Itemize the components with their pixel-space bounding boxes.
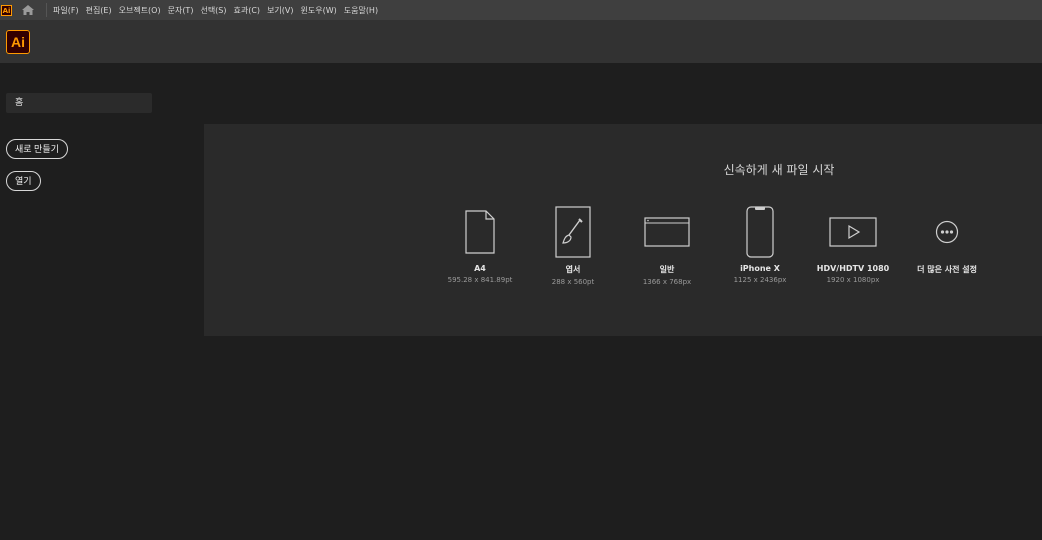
document-icon [465,206,495,258]
preset-name: iPhone X [740,264,780,273]
quick-start-title: 신속하게 새 파일 시작 [723,163,835,177]
quick-start-panel: 신속하게 새 파일 시작 A4 595.28 x 841.89pt 엽서 288… [204,124,1042,336]
preset-a4[interactable]: A4 595.28 x 841.89pt [430,206,530,284]
menu-type[interactable]: 문자(T) [168,5,194,16]
menu-window[interactable]: 윈도우(W) [301,5,337,16]
more-icon [935,206,959,258]
video-icon [829,206,877,258]
preset-size: 1125 x 2436px [733,276,787,284]
preset-name: HDV/HDTV 1080 [816,264,890,273]
preset-iphone-x[interactable]: iPhone X 1125 x 2436px [710,206,810,284]
menu-help[interactable]: 도움말(H) [344,5,378,16]
preset-general[interactable]: 일반 1366 x 768px [617,206,717,286]
menu-select[interactable]: 선택(S) [200,5,226,16]
preset-name: A4 [474,264,486,273]
menu-object[interactable]: 오브젝트(O) [119,5,161,16]
preset-postcard[interactable]: 엽서 288 x 560pt [523,206,623,286]
sidebar-item-home[interactable]: 홈 [6,93,152,113]
menu-bar: Ai 파일(F) 편집(E) 오브젝트(O) 문자(T) 선택(S) 효과(C)… [0,0,1042,20]
preset-name: 엽서 [565,265,581,274]
new-file-button[interactable]: 새로 만들기 [6,139,68,159]
home-icon[interactable] [20,3,36,17]
browser-window-icon [644,206,690,258]
menu-view[interactable]: 보기(V) [267,5,293,16]
preset-size: 288 x 560pt [551,278,595,286]
preset-name: 더 많은 사전 설정 [917,265,977,274]
preset-size: 1920 x 1080px [826,276,880,284]
menu-effect[interactable]: 효과(C) [234,5,261,16]
menu-divider [46,3,47,17]
preset-more[interactable]: 더 많은 사전 설정 [897,206,997,275]
preset-name: 일반 [659,265,675,274]
app-header: Ai [0,20,1042,63]
open-file-button[interactable]: 열기 [6,171,41,191]
preset-size: 1366 x 768px [642,278,692,286]
brush-icon [555,206,591,258]
preset-size: 595.28 x 841.89pt [447,276,513,284]
phone-icon [746,206,774,258]
preset-hdtv[interactable]: HDV/HDTV 1080 1920 x 1080px [803,206,903,284]
app-badge: Ai [1,4,12,16]
menu-file[interactable]: 파일(F) [53,5,79,16]
illustrator-logo: Ai [6,30,30,54]
menu-edit[interactable]: 편집(E) [86,5,112,16]
